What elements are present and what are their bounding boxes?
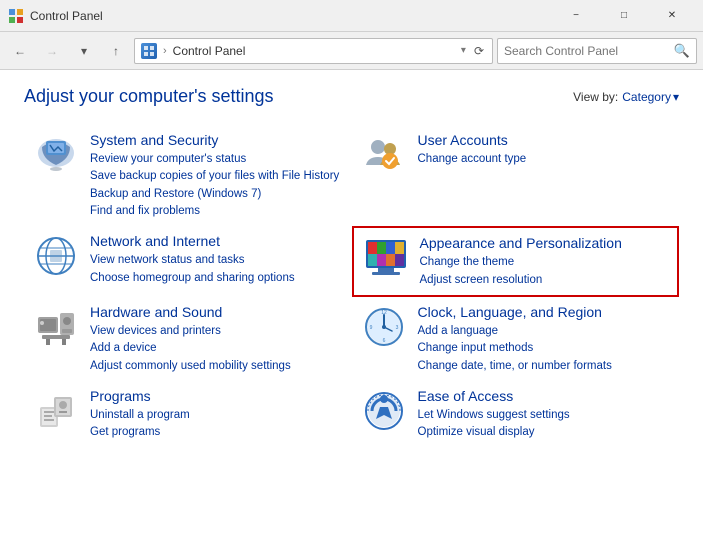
programs-icon (32, 387, 80, 435)
programs-title[interactable]: Programs (90, 387, 344, 405)
category-item-programs[interactable]: Programs Uninstall a programGet programs (24, 381, 352, 448)
network-link-0[interactable]: View network status and tasks (90, 252, 344, 269)
system-icon (32, 131, 80, 179)
view-by-dropdown[interactable]: Category ▾ (622, 90, 679, 104)
categories-grid: System and Security Review your computer'… (24, 125, 679, 448)
window-title: Control Panel (30, 9, 553, 23)
address-dropdown-arrow[interactable]: ▾ (461, 45, 466, 56)
main-content: Adjust your computer's settings View by:… (0, 70, 703, 537)
close-button[interactable]: ✕ (649, 2, 695, 30)
search-box[interactable]: 🔍 (497, 38, 697, 64)
user-accounts-icon (360, 131, 408, 179)
svg-text:3: 3 (395, 325, 398, 331)
clock-icon: 12 3 6 9 (360, 303, 408, 351)
category-item-hardware[interactable]: Hardware and Sound View devices and print… (24, 297, 352, 381)
network-icon (32, 232, 80, 280)
svg-text:9: 9 (369, 325, 372, 331)
search-icon: 🔍 (674, 43, 690, 59)
ease-link-1[interactable]: Optimize visual display (418, 424, 672, 441)
app-icon (8, 8, 24, 24)
clock-link-2[interactable]: Change date, time, or number formats (418, 358, 672, 375)
user-accounts-title[interactable]: User Accounts (418, 131, 672, 149)
back-button[interactable]: ← (6, 38, 34, 64)
category-item-network[interactable]: Network and Internet View network status … (24, 226, 352, 297)
ease-icon (360, 387, 408, 435)
hardware-link-1[interactable]: Add a device (90, 340, 344, 357)
hardware-content: Hardware and Sound View devices and print… (90, 303, 344, 375)
hardware-icon (32, 303, 80, 351)
network-link-1[interactable]: Choose homegroup and sharing options (90, 270, 344, 287)
clock-link-1[interactable]: Change input methods (418, 340, 672, 357)
up-button[interactable]: ↑ (102, 38, 130, 64)
system-content: System and Security Review your computer'… (90, 131, 344, 220)
programs-link-1[interactable]: Get programs (90, 424, 344, 441)
appearance-content: Appearance and Personalization Change the… (420, 234, 670, 289)
search-input[interactable] (504, 44, 670, 58)
category-item-appearance[interactable]: Appearance and Personalization Change the… (352, 226, 680, 297)
title-bar: Control Panel − □ ✕ (0, 0, 703, 32)
programs-content: Programs Uninstall a programGet programs (90, 387, 344, 442)
category-item-system[interactable]: System and Security Review your computer'… (24, 125, 352, 226)
clock-title[interactable]: Clock, Language, and Region (418, 303, 672, 321)
page-title: Adjust your computer's settings (24, 86, 274, 107)
window-controls: − □ ✕ (553, 2, 695, 30)
minimize-button[interactable]: − (553, 2, 599, 30)
appearance-link-1[interactable]: Adjust screen resolution (420, 272, 670, 289)
user-accounts-link-0[interactable]: Change account type (418, 151, 672, 168)
category-item-clock[interactable]: 12 3 6 9 Clock, Language, and Region Add … (352, 297, 680, 381)
appearance-link-0[interactable]: Change the theme (420, 254, 670, 271)
network-content: Network and Internet View network status … (90, 232, 344, 287)
address-text: Control Panel (173, 44, 455, 58)
appearance-title[interactable]: Appearance and Personalization (420, 234, 670, 252)
forward-button[interactable]: → (38, 38, 66, 64)
user-accounts-content: User Accounts Change account type (418, 131, 672, 168)
clock-link-0[interactable]: Add a language (418, 323, 672, 340)
svg-text:6: 6 (382, 338, 385, 344)
clock-content: Clock, Language, and Region Add a languag… (418, 303, 672, 375)
header-row: Adjust your computer's settings View by:… (24, 86, 679, 107)
ease-link-0[interactable]: Let Windows suggest settings (418, 407, 672, 424)
maximize-button[interactable]: □ (601, 2, 647, 30)
view-by-label: View by: (573, 90, 618, 104)
breadcrumb-separator: › (163, 45, 167, 57)
programs-link-0[interactable]: Uninstall a program (90, 407, 344, 424)
system-link-1[interactable]: Save backup copies of your files with Fi… (90, 168, 344, 185)
appearance-icon (362, 234, 410, 282)
system-title[interactable]: System and Security (90, 131, 344, 149)
address-bar[interactable]: › Control Panel ▾ ⟳ (134, 38, 493, 64)
hardware-link-2[interactable]: Adjust commonly used mobility settings (90, 358, 344, 375)
ease-title[interactable]: Ease of Access (418, 387, 672, 405)
refresh-button[interactable]: ⟳ (472, 42, 486, 60)
system-link-2[interactable]: Backup and Restore (Windows 7) (90, 186, 344, 203)
ease-content: Ease of Access Let Windows suggest settin… (418, 387, 672, 442)
hardware-title[interactable]: Hardware and Sound (90, 303, 344, 321)
system-link-3[interactable]: Find and fix problems (90, 203, 344, 220)
address-bar-icon (141, 43, 157, 59)
svg-text:12: 12 (381, 310, 387, 316)
recent-button[interactable]: ▾ (70, 38, 98, 64)
hardware-link-0[interactable]: View devices and printers (90, 323, 344, 340)
category-item-ease[interactable]: Ease of Access Let Windows suggest settin… (352, 381, 680, 448)
nav-bar: ← → ▾ ↑ › Control Panel ▾ ⟳ 🔍 (0, 32, 703, 70)
network-title[interactable]: Network and Internet (90, 232, 344, 250)
system-link-0[interactable]: Review your computer's status (90, 151, 344, 168)
category-item-user-accounts[interactable]: User Accounts Change account type (352, 125, 680, 226)
view-by: View by: Category ▾ (573, 90, 679, 104)
